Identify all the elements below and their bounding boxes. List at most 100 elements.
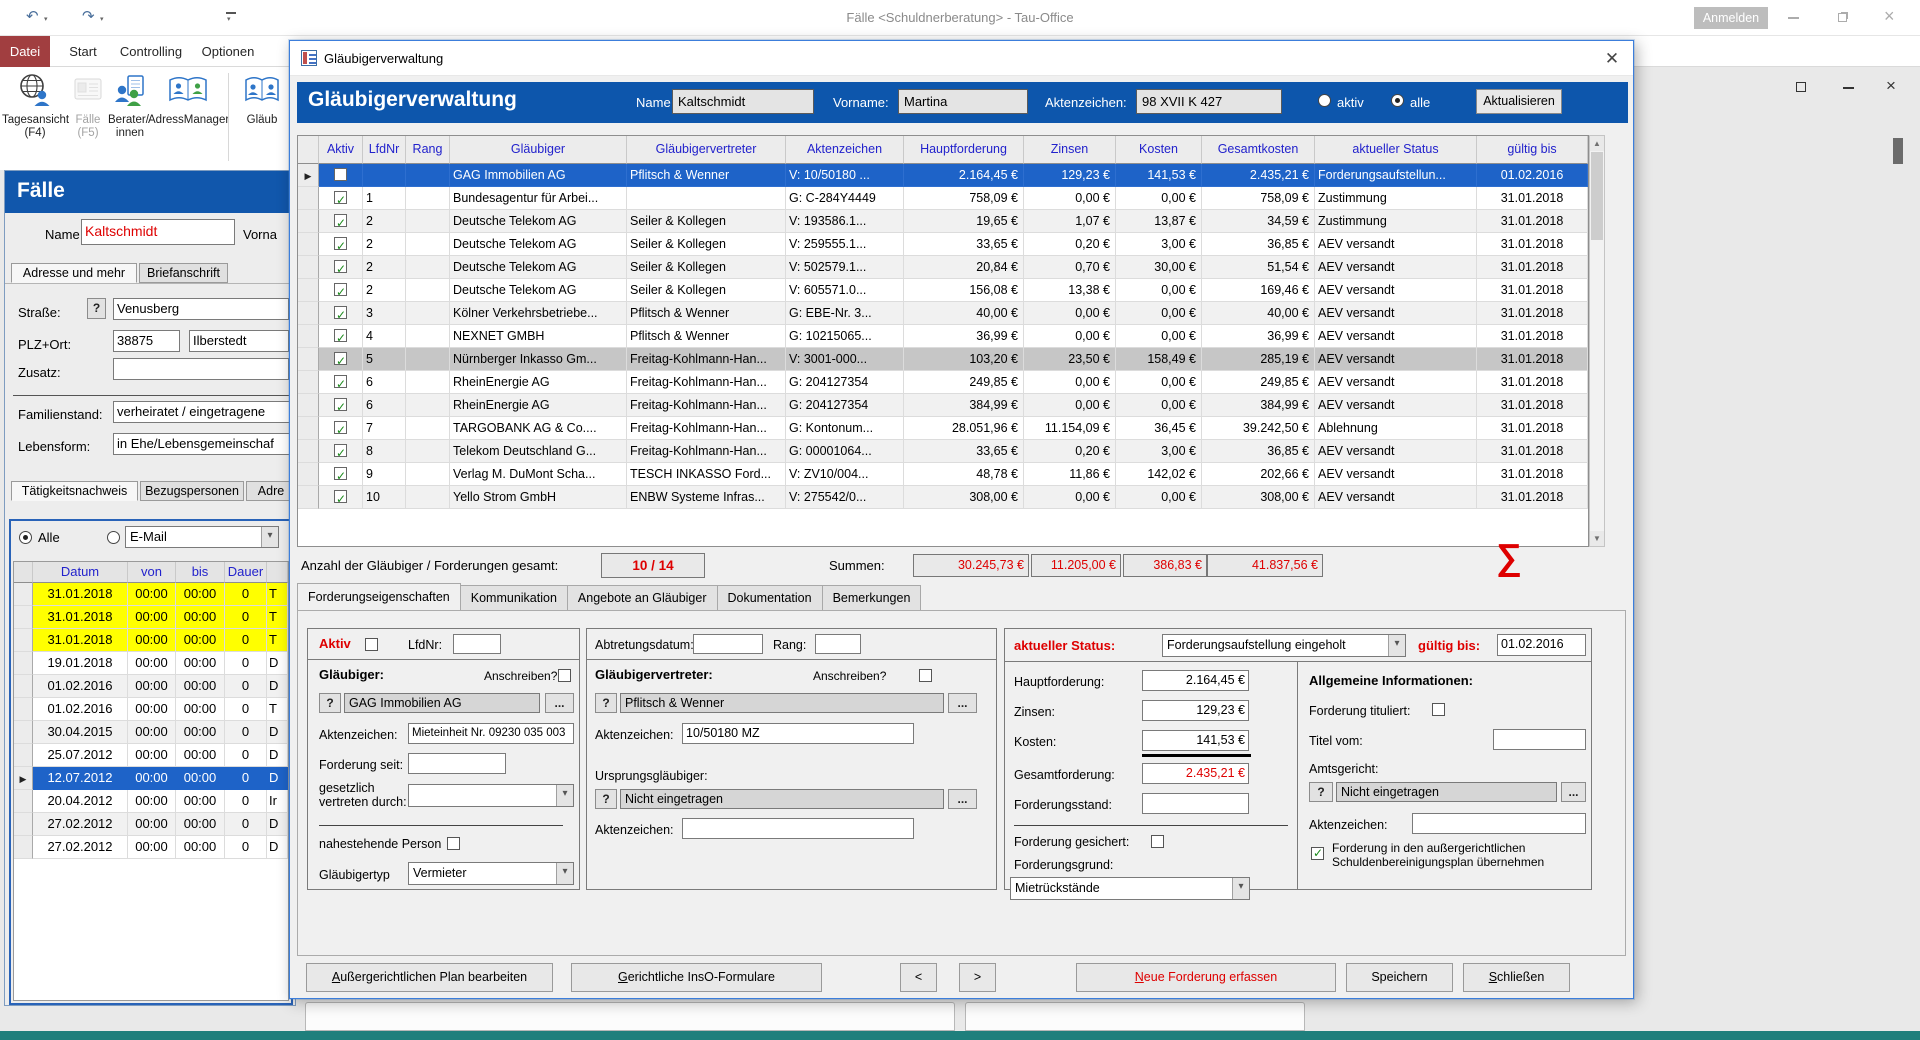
dialog-button-6[interactable]: Speichern — [1346, 963, 1453, 992]
glaeubiger-more-button[interactable]: ... — [545, 693, 574, 713]
hdr-aktenzeichen-input[interactable]: 98 XVII K 427 — [1136, 89, 1282, 114]
toolbar-item-1[interactable]: Tagesansicht(F4) — [2, 71, 68, 140]
aktualisieren-button[interactable]: Aktualisieren — [1476, 89, 1562, 114]
anschreiben-checkbox[interactable] — [919, 669, 932, 682]
lebensform-input[interactable]: in Ehe/Lebensgemeinschaf — [113, 433, 291, 455]
creditor-row[interactable]: 2Deutsche Telekom AGSeiler & KollegenV: … — [298, 233, 1588, 256]
forderungsstand-input[interactable] — [1142, 793, 1249, 814]
abtretung-input[interactable] — [693, 634, 763, 654]
column-header[interactable]: Zinsen — [1024, 136, 1116, 164]
dialog-button-2[interactable]: Gerichtliche InsO-Formulare — [571, 963, 822, 992]
column-header[interactable]: Gläubigervertreter — [627, 136, 786, 164]
dialog-tab-5[interactable]: Bemerkungen — [823, 585, 922, 611]
hauptforderung-input[interactable]: 2.164,45 € — [1142, 670, 1249, 691]
creditor-row[interactable]: 5Nürnberger Inkasso Gm...Freitag-Kohlman… — [298, 348, 1588, 371]
kosten-input[interactable]: 141,53 € — [1142, 730, 1249, 751]
dialog-tab-4[interactable]: Dokumentation — [718, 585, 823, 611]
vertreten-dropdown[interactable] — [408, 784, 574, 807]
column-header[interactable]: aktueller Status — [1315, 136, 1477, 164]
tab-briefanschrift[interactable]: Briefanschrift — [139, 263, 228, 283]
email-dropdown[interactable]: E-Mail — [125, 526, 279, 548]
scroll-up-icon[interactable]: ▲ — [1590, 136, 1604, 151]
hdr-name-input[interactable]: Kaltschmidt — [672, 89, 814, 114]
aktiv-checkbox[interactable] — [334, 191, 347, 204]
activity-row[interactable]: 27.02.201200:0000:000D — [14, 813, 288, 836]
ribbon-tab-4[interactable]: Optionen — [200, 36, 256, 67]
dialog-button-3[interactable]: < — [900, 963, 937, 992]
tab-adresse-und-mehr[interactable]: Adresse und mehr — [11, 263, 137, 283]
forderung-seit-input[interactable] — [408, 753, 506, 774]
activity-row[interactable]: 01.02.201600:0000:000D — [14, 675, 288, 698]
gesamtforderung-input[interactable]: 2.435,21 € — [1142, 763, 1249, 784]
plan-checkbox[interactable] — [1311, 847, 1324, 860]
tituliert-checkbox[interactable] — [1432, 703, 1445, 716]
mdi-close-icon[interactable]: × — [1886, 76, 1896, 96]
creditor-row[interactable]: 4NEXNET GMBHPflitsch & WennerG: 10215065… — [298, 325, 1588, 348]
radio-alle[interactable] — [1391, 94, 1404, 107]
amtsgericht-field[interactable]: Nicht eingetragen — [1336, 782, 1557, 802]
glaeubigertyp-dropdown[interactable]: Vermieter — [408, 862, 574, 885]
aktiv-checkbox[interactable] — [334, 375, 347, 388]
aktiv-checkbox[interactable] — [334, 398, 347, 411]
aktiv-checkbox[interactable] — [334, 306, 347, 319]
column-header-bis[interactable]: bis — [176, 562, 225, 583]
dialog-tab-1[interactable]: Forderungseigenschaften — [297, 583, 461, 611]
aktiv-checkbox[interactable] — [334, 421, 347, 434]
dialog-button-1[interactable]: Außergerichtlichen Plan bearbeiten — [306, 963, 553, 992]
radio-alle[interactable] — [19, 531, 32, 544]
toolbar-item-2[interactable]: Fälle(F5) — [70, 71, 106, 140]
aktiv-checkbox[interactable] — [334, 168, 347, 181]
sigma-icon[interactable]: ∑ — [1496, 536, 1522, 578]
activity-row[interactable]: 27.02.201200:0000:000D — [14, 836, 288, 859]
activity-row[interactable]: ▶12.07.201200:0000:000D — [14, 767, 288, 790]
column-header[interactable]: Gesamtkosten — [1202, 136, 1315, 164]
toolbar-item-4[interactable]: AdressManager — [148, 71, 228, 127]
anschreiben-checkbox[interactable] — [558, 669, 571, 682]
forderungsgrund-dropdown[interactable]: Mietrückstände — [1010, 877, 1250, 900]
aktiv-checkbox[interactable] — [365, 638, 378, 651]
column-header-dauer[interactable]: Dauer — [225, 562, 267, 583]
activity-row[interactable]: 31.01.201800:0000:000T — [14, 629, 288, 652]
mdi-minimize-icon[interactable] — [1843, 87, 1854, 89]
ribbon-tab-3[interactable]: Controlling — [118, 36, 184, 67]
amtsgericht-lookup-button[interactable]: ? — [1309, 782, 1333, 802]
mdi-restore-icon[interactable] — [1796, 82, 1806, 92]
radio-filter[interactable] — [107, 531, 120, 544]
tab-taetigkeitsnachweis[interactable]: Tätigkeitsnachweis — [11, 481, 138, 501]
ag-aktenzeichen-input[interactable] — [1412, 813, 1586, 834]
minimize-icon[interactable] — [1788, 17, 1799, 19]
column-header-von[interactable]: von — [128, 562, 176, 583]
aktiv-checkbox[interactable] — [334, 329, 347, 342]
amtsgericht-more-button[interactable]: ... — [1561, 782, 1586, 802]
column-header[interactable]: Hauptforderung — [904, 136, 1024, 164]
table-scrollbar[interactable]: ▲ ▼ — [1589, 135, 1605, 547]
familienstand-input[interactable]: verheiratet / eingetragene — [113, 401, 291, 423]
aktiv-checkbox[interactable] — [334, 214, 347, 227]
dialog-button-4[interactable]: > — [959, 963, 996, 992]
glaeubiger-lookup-button[interactable]: ? — [319, 693, 341, 713]
creditor-row[interactable]: 1Bundesagentur für Arbei...G: C-284Y4449… — [298, 187, 1588, 210]
ribbon-tab-2[interactable]: Start — [62, 36, 104, 67]
creditor-row[interactable]: 10Yello Strom GmbHENBW Systeme Infras...… — [298, 486, 1588, 509]
hdr-vorname-input[interactable]: Martina — [898, 89, 1028, 114]
gesichert-checkbox[interactable] — [1151, 835, 1164, 848]
aktiv-checkbox[interactable] — [334, 352, 347, 365]
ort-input[interactable]: Ilberstedt — [189, 330, 289, 352]
status-dropdown[interactable]: Forderungsaufstellung eingeholt — [1162, 634, 1406, 657]
aktiv-checkbox[interactable] — [334, 283, 347, 296]
zinsen-input[interactable]: 129,23 € — [1142, 700, 1249, 721]
ursprung-lookup-button[interactable]: ? — [595, 789, 617, 809]
restore-icon[interactable] — [1838, 13, 1847, 22]
column-header[interactable]: Aktenzeichen — [786, 136, 904, 164]
dialog-button-7[interactable]: Schließen — [1463, 963, 1570, 992]
dialog-tab-3[interactable]: Angebote an Gläubiger — [568, 585, 718, 611]
creditor-row[interactable]: 3Kölner Verkehrsbetriebe...Pflitsch & We… — [298, 302, 1588, 325]
scroll-down-icon[interactable]: ▼ — [1590, 531, 1604, 546]
creditor-row[interactable]: 2Deutsche Telekom AGSeiler & KollegenV: … — [298, 279, 1588, 302]
creditor-row[interactable]: 2Deutsche Telekom AGSeiler & KollegenV: … — [298, 256, 1588, 279]
radio-aktiv[interactable] — [1318, 94, 1331, 107]
creditor-row[interactable]: 7TARGOBANK AG & Co....Freitag-Kohlmann-H… — [298, 417, 1588, 440]
aktiv-checkbox[interactable] — [334, 260, 347, 273]
dialog-close-icon[interactable]: ✕ — [1597, 46, 1627, 71]
dialog-button-5[interactable]: Neue Forderung erfassen — [1076, 963, 1336, 992]
